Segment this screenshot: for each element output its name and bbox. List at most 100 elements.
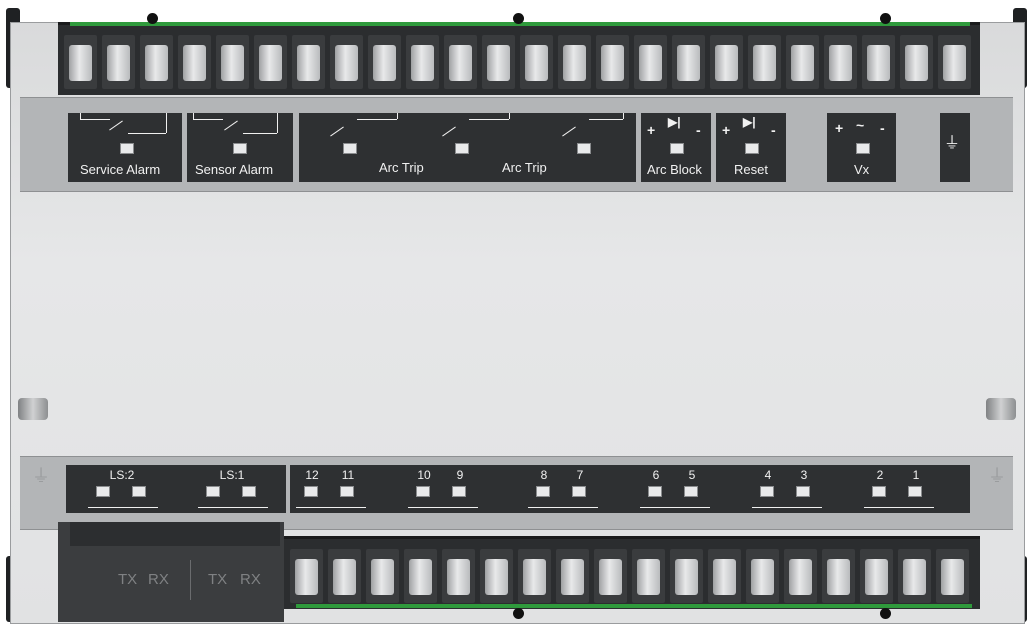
earth-terminal-group: ⏚ (940, 113, 970, 182)
terminal-screw (558, 35, 591, 89)
terminal-screw (520, 35, 553, 89)
sensor-alarm-group: Sensor Alarm (187, 113, 293, 182)
screw-head (525, 45, 548, 81)
diode-icon: ▶| (668, 115, 681, 129)
sensor-channel-group: 12 11 10 9 8 7 6 5 4 3 2 1 (290, 465, 970, 513)
vx-label: Vx (854, 162, 870, 177)
screw-head (295, 559, 318, 595)
ground-icon-left: ⏚ (32, 466, 50, 486)
arc-block-minus: - (696, 122, 701, 138)
top-terminal-strip (58, 22, 980, 95)
channel-number: 10 (417, 468, 431, 482)
terminal-screw (102, 35, 135, 89)
ground-icon-right: ⏚ (988, 466, 1006, 486)
terminal-screw (708, 549, 741, 603)
earth-icon: ⏚ (944, 135, 961, 152)
channel-led (340, 486, 354, 497)
ls2-label: LS:2 (109, 468, 135, 482)
screw-head (753, 45, 776, 81)
terminal-screw (140, 35, 173, 89)
screw-head (563, 45, 586, 81)
vx-plus: + (835, 120, 844, 136)
service-alarm-label: Service Alarm (80, 162, 161, 177)
arc-trip-label-2: Arc Trip (502, 160, 547, 175)
mounting-hole (147, 13, 158, 24)
screw-head (335, 45, 358, 81)
diode-icon: ▶| (743, 115, 756, 129)
screw-head (221, 45, 244, 81)
arc-protection-relay-module: Service Alarm Sensor Alarm Arc Trip Arc … (0, 0, 1033, 631)
reset-plus: + (722, 122, 731, 138)
terminal-screw (936, 549, 969, 603)
channel-number: 12 (305, 468, 319, 482)
screw-head (601, 45, 624, 81)
channel-number: 11 (341, 468, 355, 482)
screw-head (183, 45, 206, 81)
arc-block-label: Arc Block (647, 162, 702, 177)
vx-tilde: ~ (856, 117, 865, 133)
screw-head (485, 559, 508, 595)
fiber-tx-1: TX (118, 571, 138, 588)
loop-sensor-group: LS:2 LS:1 (66, 465, 286, 513)
channel-number: 4 (764, 468, 772, 482)
screw-head (523, 559, 546, 595)
terminal-screw (898, 549, 931, 603)
mounting-hole (880, 13, 891, 24)
screw-head (639, 45, 662, 81)
channel-number: 7 (576, 468, 584, 482)
channel-pair-wire (640, 507, 710, 508)
service-alarm-led (120, 143, 134, 154)
ls1-led-a (206, 486, 220, 497)
arc-trip-group: Arc Trip Arc Trip (299, 113, 636, 182)
vx-led (856, 143, 870, 154)
screw-head (411, 45, 434, 81)
terminal-screw (670, 549, 703, 603)
reset-label: Reset (734, 162, 768, 177)
channel-led (536, 486, 550, 497)
terminal-screw (556, 549, 589, 603)
terminal-screw (938, 35, 971, 89)
screw-head (447, 559, 470, 595)
terminal-screw (406, 35, 439, 89)
arc-block-led (670, 143, 684, 154)
terminal-screw (368, 35, 401, 89)
channel-led (572, 486, 586, 497)
terminal-screw (254, 35, 287, 89)
screw-head (905, 45, 928, 81)
terminal-screw (64, 35, 97, 89)
screw-head (791, 45, 814, 81)
terminal-screw (518, 549, 551, 603)
sensor-alarm-led (233, 143, 247, 154)
channel-led (908, 486, 922, 497)
fiber-rx-1: RX (148, 571, 169, 588)
channel-number: 8 (540, 468, 548, 482)
fiber-tx-2: TX (208, 571, 228, 588)
terminal-screw (784, 549, 817, 603)
screw-head (487, 45, 510, 81)
channel-led (648, 486, 662, 497)
terminal-screw (860, 549, 893, 603)
channel-number: 1 (912, 468, 920, 482)
channel-led (760, 486, 774, 497)
screw-head (867, 45, 890, 81)
terminal-screw (442, 549, 475, 603)
terminal-screw (824, 35, 857, 89)
bottom-pcb-edge (296, 604, 972, 608)
screw-head (715, 45, 738, 81)
arc-block-group: + - ▶| Arc Block (641, 113, 711, 182)
terminal-screw (594, 549, 627, 603)
screw-head (333, 559, 356, 595)
channel-pair-wire (296, 507, 366, 508)
terminal-screw (634, 35, 667, 89)
mounting-hole (880, 608, 891, 619)
channel-led (796, 486, 810, 497)
channel-pair-wire (752, 507, 822, 508)
terminal-screw (748, 35, 781, 89)
terminal-screw (786, 35, 819, 89)
screw-head (561, 559, 584, 595)
channel-number: 2 (876, 468, 884, 482)
channel-number: 5 (688, 468, 696, 482)
ls1-label: LS:1 (219, 468, 245, 482)
arc-block-plus: + (647, 122, 656, 138)
screw-head (713, 559, 736, 595)
